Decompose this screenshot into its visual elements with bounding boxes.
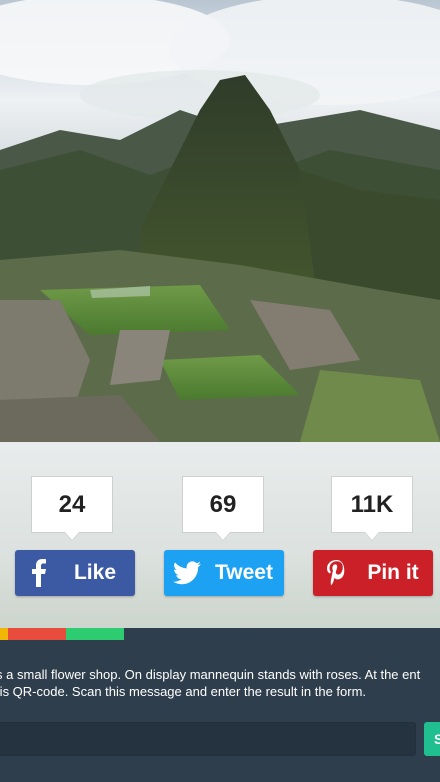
message-panel	[0, 640, 440, 782]
submit-button[interactable]: S	[424, 722, 440, 756]
answer-input[interactable]	[0, 722, 416, 756]
color-bar-red	[8, 628, 66, 640]
facebook-like-button[interactable]: Like	[15, 550, 135, 596]
twitter-icon	[164, 550, 210, 596]
twitter-tweet-label: Tweet	[215, 561, 273, 584]
twitter-count: 69	[182, 476, 264, 541]
pinterest-icon	[313, 550, 359, 596]
color-bar-yellow	[0, 628, 8, 640]
facebook-like-label: Like	[73, 561, 117, 584]
color-bar-green	[66, 628, 124, 640]
message-line-1: re is a small flower shop. On display ma…	[0, 667, 421, 682]
pinterest-pin-label: Pin it	[367, 561, 419, 584]
pinterest-count: 11K	[331, 476, 413, 541]
hero-photo-machu-picchu	[0, 0, 440, 442]
message-line-2: ent is QR-code. Scan this message and en…	[0, 684, 367, 699]
pinterest-pin-button[interactable]: Pin it	[313, 550, 433, 596]
twitter-tweet-button[interactable]: Tweet	[164, 550, 284, 596]
facebook-count: 24	[31, 476, 113, 541]
facebook-icon	[15, 550, 61, 596]
landscape-illustration	[0, 0, 440, 442]
message-text: re is a small flower shop. On display ma…	[0, 666, 438, 700]
